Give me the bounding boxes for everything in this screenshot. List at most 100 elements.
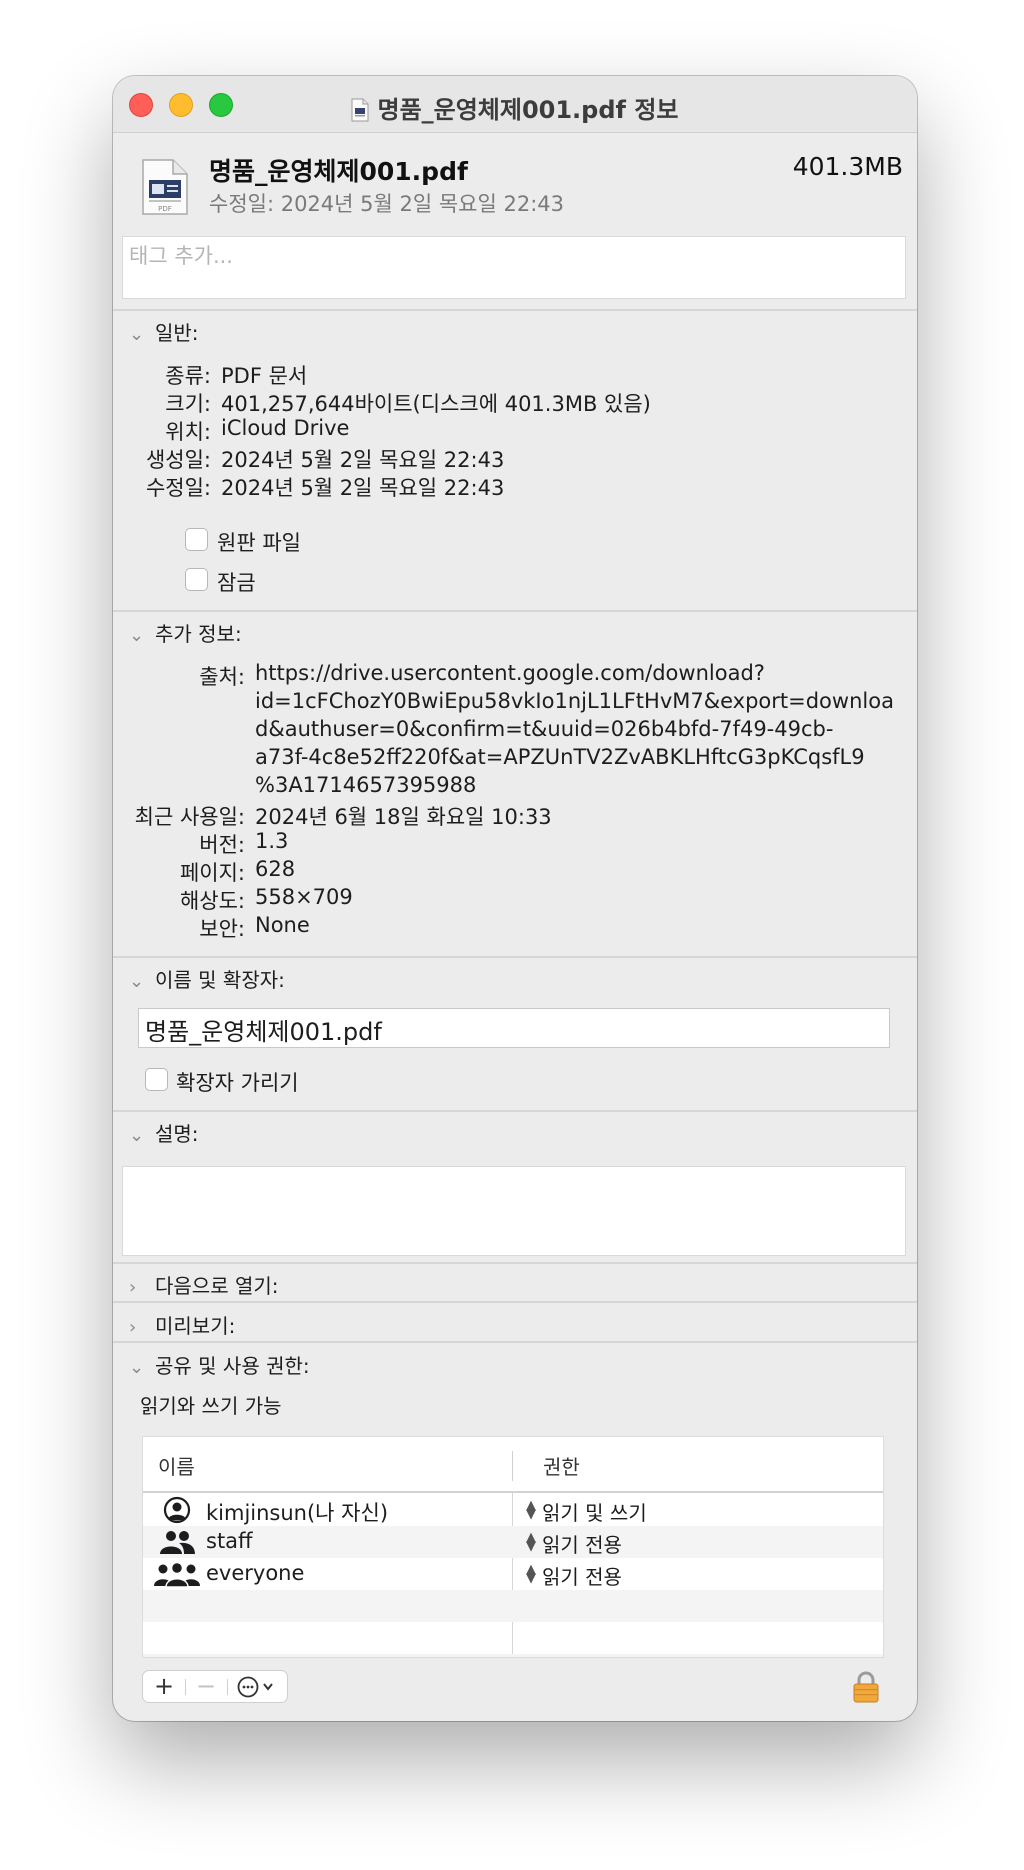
table-row-empty bbox=[143, 1622, 883, 1654]
size-value: 401,257,644바이트(디스크에 401.3MB 있음) bbox=[221, 392, 651, 416]
section-preview-toggle[interactable]: › 미리보기: bbox=[129, 1310, 235, 1339]
chevron-right-icon: › bbox=[129, 1317, 137, 1338]
lock-icon[interactable] bbox=[852, 1671, 880, 1703]
source-url-line[interactable]: a73f-4c8e52ff220f&at=APZUnTV2ZvABKLHftcG… bbox=[255, 745, 865, 769]
table-row-empty bbox=[143, 1654, 883, 1657]
kind-label: 종류: bbox=[165, 364, 211, 388]
divider bbox=[113, 1110, 917, 1112]
modified-date: 수정일: 2024년 5월 2일 목요일 22:43 bbox=[209, 192, 565, 216]
group-icon bbox=[160, 1531, 195, 1554]
created-value: 2024년 5월 2일 목요일 22:43 bbox=[221, 448, 505, 472]
section-general-toggle[interactable]: ⌄ 일반: bbox=[129, 317, 199, 346]
divider bbox=[113, 1301, 917, 1303]
version-value: 1.3 bbox=[255, 829, 289, 853]
updown-arrows-icon: ▲ ▼ bbox=[526, 1562, 536, 1586]
ellipsis-circle-icon bbox=[237, 1676, 273, 1698]
section-general-title: 일반: bbox=[155, 321, 199, 345]
source-url-line[interactable]: https://drive.usercontent.google.com/dow… bbox=[255, 661, 765, 685]
button-divider bbox=[185, 1679, 186, 1695]
section-name-ext-toggle[interactable]: ⌄ 이름 및 확장자: bbox=[129, 964, 285, 993]
chevron-right-icon: › bbox=[129, 1277, 137, 1298]
table-row[interactable]: staff ▲ ▼ 읽기 전용 bbox=[143, 1526, 883, 1558]
table-row[interactable]: everyone ▲ ▼ 읽기 전용 bbox=[143, 1558, 883, 1590]
resolution-label: 해상도: bbox=[179, 889, 245, 913]
locked-label: 잠금 bbox=[217, 571, 256, 595]
hide-extension-label: 확장자 가리기 bbox=[176, 1071, 299, 1095]
pages-label: 페이지: bbox=[179, 861, 245, 885]
action-menu-button[interactable] bbox=[229, 1671, 285, 1702]
svg-text:PDF: PDF bbox=[158, 205, 172, 213]
add-button[interactable]: + bbox=[145, 1671, 183, 1702]
user-icon bbox=[163, 1496, 191, 1524]
where-label: 위치: bbox=[165, 420, 211, 444]
button-divider bbox=[227, 1679, 228, 1695]
section-preview-title: 미리보기: bbox=[155, 1314, 236, 1338]
section-sharing-title: 공유 및 사용 권한: bbox=[155, 1354, 310, 1378]
name-field-value: 명품_운영체제001.pdf bbox=[145, 1018, 382, 1046]
everyone-icon bbox=[154, 1561, 200, 1588]
sharing-status: 읽기와 쓰기 가능 bbox=[140, 1394, 282, 1418]
where-value: iCloud Drive bbox=[221, 416, 350, 440]
tag-input[interactable]: 태그 추가... bbox=[122, 236, 906, 299]
divider bbox=[113, 1341, 917, 1343]
resolution-value: 558×709 bbox=[255, 885, 353, 909]
last-opened-label: 최근 사용일: bbox=[134, 805, 245, 829]
source-url-line[interactable]: %3A1714657395988 bbox=[255, 773, 476, 797]
info-window: 명품_운영체제001.pdf 정보 PDF 명품_운영체제001.pdf 401… bbox=[113, 76, 917, 1721]
section-more-info-toggle[interactable]: ⌄ 추가 정보: bbox=[129, 618, 242, 647]
divider bbox=[113, 309, 917, 311]
table-row-empty bbox=[143, 1590, 883, 1622]
updown-arrows-icon: ▲ ▼ bbox=[526, 1498, 536, 1522]
row-name: kimjinsun(나 자신) bbox=[206, 1501, 389, 1525]
permissions-table: 이름 권한 kimjinsun(나 자신) ▲ ▼ 읽기 및 쓰기 staff ▲ ▼… bbox=[142, 1436, 884, 1658]
version-label: 버전: bbox=[199, 833, 245, 857]
source-url-line[interactable]: id=1cFChozY0BwiEpu58vkIo1njL1LFtHvM7&exp… bbox=[255, 689, 894, 713]
file-name-heading: 명품_운영체제001.pdf bbox=[209, 157, 468, 186]
section-open-with-title: 다음으로 열기: bbox=[155, 1274, 279, 1298]
last-opened-value: 2024년 6월 18일 화요일 10:33 bbox=[255, 805, 552, 829]
name-field[interactable]: 명품_운영체제001.pdf bbox=[138, 1008, 890, 1048]
privilege-popup[interactable]: ▲ ▼ 읽기 전용 bbox=[524, 1529, 622, 1558]
section-open-with-toggle[interactable]: › 다음으로 열기: bbox=[129, 1270, 279, 1299]
window-title-text: 명품_운영체제001.pdf 정보 bbox=[377, 96, 679, 124]
source-url-line[interactable]: d&authuser=0&confirm=t&uuid=026b4bfd-7f4… bbox=[255, 717, 833, 741]
section-comments-toggle[interactable]: ⌄ 설명: bbox=[129, 1118, 199, 1147]
pdf-document-icon: PDF bbox=[142, 159, 188, 215]
header-divider bbox=[143, 1491, 883, 1493]
chevron-down-icon: ⌄ bbox=[129, 1125, 145, 1146]
privilege-popup[interactable]: ▲ ▼ 읽기 및 쓰기 bbox=[524, 1497, 647, 1526]
column-header-privilege[interactable]: 권한 bbox=[543, 1451, 580, 1480]
chevron-down-icon: ⌄ bbox=[129, 971, 145, 992]
modified-value: 2024년 5월 2일 목요일 22:43 bbox=[221, 476, 505, 500]
kind-value: PDF 문서 bbox=[221, 364, 308, 388]
title-bar[interactable]: 명품_운영체제001.pdf 정보 bbox=[113, 76, 917, 133]
window-title: 명품_운영체제001.pdf 정보 bbox=[113, 90, 917, 125]
stationery-checkbox[interactable] bbox=[185, 528, 208, 551]
permissions-button-bar: + − bbox=[142, 1670, 288, 1703]
tag-placeholder: 태그 추가... bbox=[129, 244, 233, 268]
comments-field[interactable] bbox=[122, 1166, 906, 1256]
section-sharing-toggle[interactable]: ⌄ 공유 및 사용 권한: bbox=[129, 1350, 310, 1379]
row-name: everyone bbox=[206, 1561, 305, 1585]
table-row[interactable]: kimjinsun(나 자신) ▲ ▼ 읽기 및 쓰기 bbox=[143, 1494, 883, 1526]
privilege-popup[interactable]: ▲ ▼ 읽기 전용 bbox=[524, 1561, 622, 1590]
updown-arrows-icon: ▲ ▼ bbox=[526, 1530, 536, 1554]
privilege-value: 읽기 및 쓰기 bbox=[542, 1501, 647, 1525]
chevron-down-icon: ⌄ bbox=[129, 625, 145, 646]
section-comments-title: 설명: bbox=[155, 1122, 199, 1146]
modified-label: 수정일: bbox=[145, 476, 211, 500]
hide-extension-checkbox[interactable] bbox=[145, 1068, 168, 1091]
pdf-file-icon bbox=[351, 98, 369, 122]
column-divider bbox=[512, 1451, 513, 1481]
column-header-name[interactable]: 이름 bbox=[158, 1451, 195, 1480]
chevron-down-icon: ⌄ bbox=[129, 1357, 145, 1378]
remove-button[interactable]: − bbox=[187, 1671, 225, 1702]
divider bbox=[113, 1262, 917, 1264]
privilege-value: 읽기 전용 bbox=[542, 1533, 622, 1557]
file-size: 401.3MB bbox=[792, 152, 903, 181]
chevron-down-icon: ⌄ bbox=[129, 324, 145, 345]
section-name-ext-title: 이름 및 확장자: bbox=[155, 968, 285, 992]
divider bbox=[113, 610, 917, 612]
locked-checkbox[interactable] bbox=[185, 568, 208, 591]
created-label: 생성일: bbox=[145, 448, 211, 472]
